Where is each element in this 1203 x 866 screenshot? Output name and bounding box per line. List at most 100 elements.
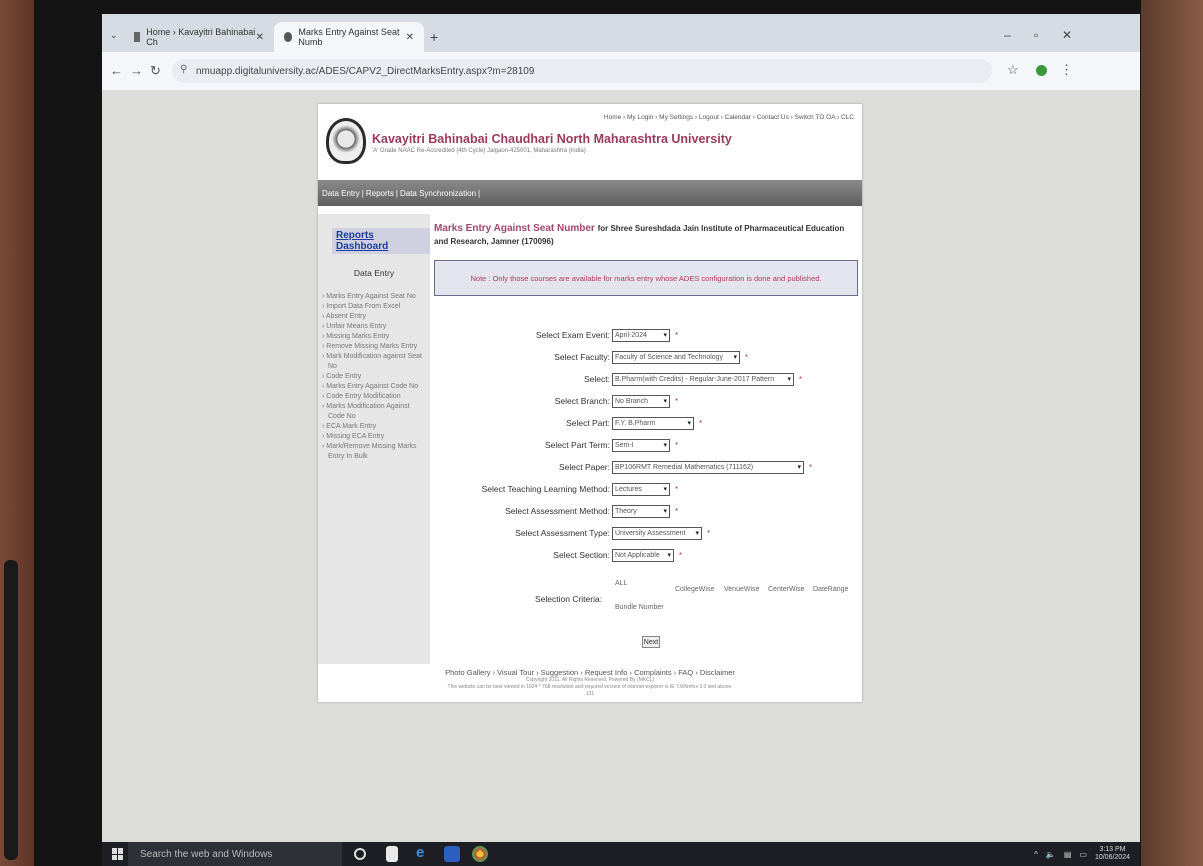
criteria-option-bundle-number[interactable]: Bundle Number	[615, 604, 664, 611]
menu-data-sync[interactable]: Data Synchronization	[400, 189, 476, 198]
clock-time: 3:13 PM	[1099, 846, 1126, 853]
document-icon	[134, 32, 141, 42]
sidebar-heading: Data Entry	[353, 268, 395, 278]
close-window-icon[interactable]: ✕	[1062, 28, 1072, 42]
menu-icon[interactable]: ⋮	[1060, 62, 1073, 78]
label-assessment-method: Select Assessment Method:	[505, 506, 610, 516]
sidebar: Reports Dashboard Data Entry › Marks Ent…	[318, 214, 430, 664]
sidebar-item[interactable]: › Unfair Means Entry	[322, 322, 426, 332]
close-icon[interactable]: ✕	[406, 32, 414, 43]
university-subtitle: 'A' Grade NAAC Re-Accredited (4th Cycle)…	[372, 148, 586, 154]
label-course: Select:	[584, 374, 610, 384]
criteria-option-daterange[interactable]: DateRange	[813, 586, 848, 593]
teaching-method-select[interactable]: Lectures ▾	[612, 482, 670, 496]
tab-marks-entry[interactable]: Marks Entry Against Seat Numb ✕	[274, 22, 424, 52]
sidebar-item[interactable]: › Mark Modification against Seat No	[322, 352, 426, 372]
part-term-select[interactable]: Sem-I ▾	[612, 438, 670, 452]
top-links[interactable]: Home › My Login › My Settings › Logout ›…	[604, 114, 854, 121]
extension-icon[interactable]	[1036, 65, 1047, 76]
cable	[4, 560, 18, 860]
tab-home[interactable]: Home › Kavayitri Bahinabai Ch ✕	[124, 22, 274, 52]
criteria-option-centerwise[interactable]: CenterWise	[768, 586, 805, 593]
chevron-down-icon: ▾	[733, 354, 737, 361]
paper-select[interactable]: BP106RMT Remedial Mathematics (711162) ▾	[612, 460, 804, 474]
taskbar-search[interactable]: Search the web and Windows	[128, 842, 342, 866]
sidebar-item[interactable]: › Missing Marks Entry	[322, 332, 426, 342]
site-info-icon[interactable]: ⚲	[180, 64, 187, 75]
course-select[interactable]: B.Pharm(with Credits) - Regular-June-201…	[612, 372, 794, 386]
new-tab-icon[interactable]: +	[430, 29, 438, 45]
label-assessment-type: Select Assessment Type:	[515, 528, 610, 538]
label-paper: Select Paper:	[558, 462, 610, 472]
task-view-icon[interactable]	[354, 848, 366, 860]
clock-date: 10/06/2024	[1094, 854, 1130, 861]
chrome-icon[interactable]	[472, 846, 488, 862]
assessment-method-select[interactable]: Theory ▾	[612, 504, 670, 518]
exam-event-select[interactable]: April-2024 ▾	[612, 328, 670, 342]
footer-links[interactable]: Photo Gallery › Visual Tour › Suggestion…	[318, 668, 862, 677]
edge-icon[interactable]: e	[416, 844, 432, 861]
chevron-down-icon: ▾	[797, 464, 801, 471]
chevron-down-icon: ▾	[695, 530, 699, 537]
sidebar-item[interactable]: › Code Entry Modification	[322, 392, 426, 402]
chevron-down-icon: ▾	[663, 508, 667, 515]
sidebar-item[interactable]: › Mark/Remove Missing Marks Entry In Bul…	[322, 442, 426, 462]
label-faculty: Select Faculty:	[554, 352, 610, 362]
branch-select[interactable]: No Branch ▾	[612, 394, 670, 408]
sidebar-item[interactable]: › Marks Modification Against Code No	[322, 402, 426, 422]
sidebar-item[interactable]: › ECA Mark Entry	[322, 422, 426, 432]
minimize-icon[interactable]: –	[1004, 28, 1011, 42]
volume-icon[interactable]: 🔈	[1046, 850, 1056, 859]
section-select[interactable]: Not Applicable ▾	[612, 548, 674, 562]
row-assessment-method: Select Assessment Method: Theory ▾ *	[434, 504, 858, 518]
back-icon[interactable]: ←	[110, 63, 123, 78]
url-input[interactable]: ⚲ nmuapp.digitaluniversity.ac/ADES/CAPV2…	[172, 59, 992, 83]
sidebar-item[interactable]: › Marks Entry Against Code No	[322, 382, 426, 392]
sidebar-item[interactable]: › Remove Missing Marks Entry	[322, 342, 426, 352]
chevron-down-icon: ▾	[663, 398, 667, 405]
sidebar-list: › Marks Entry Against Seat No › Import D…	[322, 292, 426, 462]
chevron-down-icon: ▾	[663, 332, 667, 339]
sidebar-item[interactable]: › Marks Entry Against Seat No	[322, 292, 426, 302]
criteria-option-collegewise[interactable]: CollegeWise	[675, 586, 714, 593]
row-paper: Select Paper: BP106RMT Remedial Mathemat…	[434, 460, 858, 474]
sidebar-item[interactable]: › Code Entry	[322, 372, 426, 382]
word-icon[interactable]	[444, 846, 460, 862]
row-faculty: Select Faculty: Faculty of Science and T…	[434, 350, 858, 364]
menu-reports[interactable]: Reports	[366, 189, 394, 198]
forward-icon[interactable]: →	[130, 63, 143, 78]
faculty-select[interactable]: Faculty of Science and Technology ▾	[612, 350, 740, 364]
chevron-down-icon: ▾	[787, 376, 791, 383]
close-icon[interactable]: ✕	[256, 32, 264, 43]
criteria-label: Selection Criteria:	[535, 594, 603, 604]
label-part-term: Select Part Term:	[544, 440, 610, 450]
windows-start-icon[interactable]	[112, 848, 124, 860]
sidebar-item[interactable]: › Absent Entry	[322, 312, 426, 322]
reports-dashboard-link[interactable]: Reports Dashboard	[332, 228, 430, 254]
chevron-down-icon: ▾	[663, 442, 667, 449]
selection-criteria: Selection Criteria: ALL CollegeWise Venu…	[535, 578, 855, 618]
reload-icon[interactable]: ↻	[150, 63, 161, 79]
network-icon[interactable]: ▤	[1064, 850, 1072, 859]
tab-search-icon[interactable]: ⌄	[110, 30, 118, 41]
restore-icon[interactable]: ▫	[1034, 28, 1038, 42]
page-title-text: Marks Entry Against Seat Number	[434, 223, 595, 234]
notification-icon[interactable]: ▭	[1079, 850, 1087, 859]
store-icon[interactable]	[386, 846, 398, 862]
clock[interactable]: 3:13 PM 10/06/2024	[1095, 846, 1130, 862]
tray-up-arrow-icon[interactable]: ^	[1034, 850, 1038, 859]
note-box: Note : Only those courses are available …	[434, 260, 858, 296]
bookmark-star-icon[interactable]: ☆	[1007, 62, 1019, 78]
next-button[interactable]: Next	[642, 636, 660, 648]
menu-data-entry[interactable]: Data Entry	[322, 189, 360, 198]
part-select[interactable]: F.Y. B.Pharm ▾	[612, 416, 694, 430]
chevron-down-icon: ▾	[667, 552, 671, 559]
label-part: Select Part:	[566, 418, 610, 428]
chevron-down-icon: ▾	[687, 420, 691, 427]
sidebar-item[interactable]: › Missing ECA Entry	[322, 432, 426, 442]
criteria-option-all[interactable]: ALL	[615, 580, 627, 587]
criteria-option-venuewise[interactable]: VenueWise	[724, 586, 759, 593]
sidebar-item[interactable]: › Import Data From Excel	[322, 302, 426, 312]
assessment-type-select[interactable]: University Assessment ▾	[612, 526, 702, 540]
tab-bar: ⌄ Home › Kavayitri Bahinabai Ch ✕ Marks …	[102, 14, 1140, 52]
